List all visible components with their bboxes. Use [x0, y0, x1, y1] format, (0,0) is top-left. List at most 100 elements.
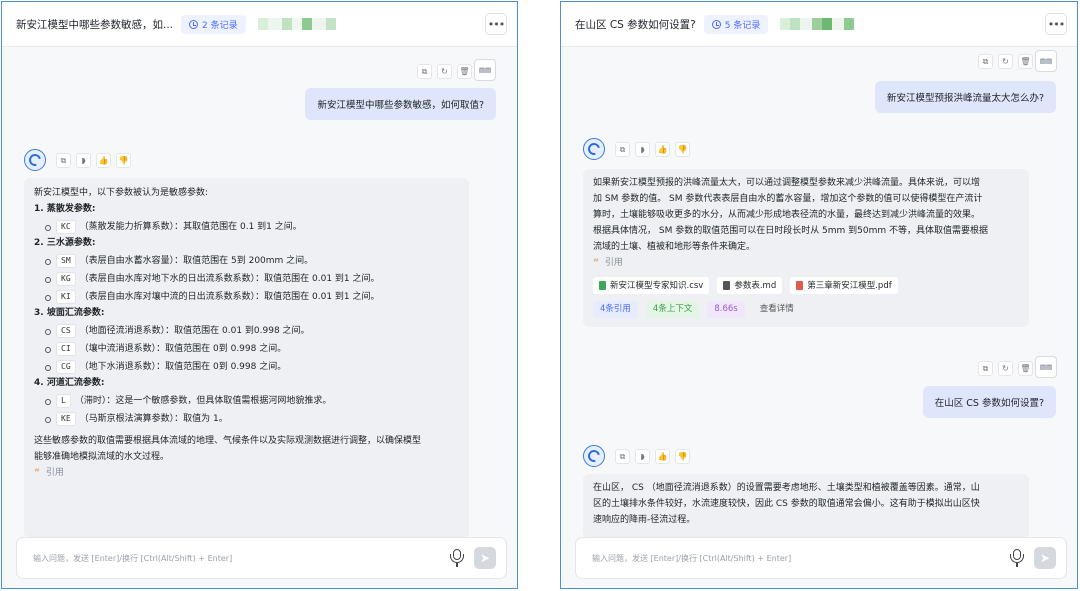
refresh-icon[interactable]: ↻ — [998, 54, 1013, 69]
mic-icon[interactable] — [1010, 549, 1024, 567]
input-placeholder: 输入问题，发送 [Enter]/换行 [Ctrl(Alt/Shift) + En… — [592, 553, 792, 563]
more-menu-button[interactable]: ••• — [1045, 13, 1067, 35]
param-code: L — [56, 394, 71, 408]
records-badge[interactable]: 2 条记录 — [181, 14, 246, 34]
answer-line: 加 SM 参数的值。 SM 参数代表表层自由水的蓄水容量，增加这个参数的值可以使… — [593, 194, 983, 204]
copy-icon[interactable]: ⧉ — [978, 54, 993, 69]
answer-line: 如果新安江模型预报的洪峰流量太大，可以通过调整模型参数来减少洪峰流量。具体来说，… — [593, 178, 981, 188]
bot-avatar — [24, 149, 46, 171]
param-item: KC （蒸散发能力折算系数）：其取值范围在 0.1 到1 之间。 — [34, 219, 459, 235]
copy-icon[interactable]: ⧉ — [417, 64, 432, 79]
records-badge[interactable]: 5 条记录 — [703, 14, 769, 34]
param-item: KI （表层自由水库对壤中流的日出流系数系数）：取值范围在 0.01 到1 之间。 — [34, 289, 459, 305]
param-item: SM （表层自由水蓄水容量）：取值范围在 5到 200mm 之间。 — [34, 253, 459, 269]
param-desc: （壤中流消退系数）：取值范围在 0到 0.998 之间。 — [79, 344, 287, 354]
user-message: 新安江模型中哪些参数敏感，如何取值? — [305, 88, 496, 120]
thumbs-down-icon[interactable]: 👎 — [675, 142, 690, 157]
citation-toggle[interactable]: “ 引用 — [34, 465, 459, 481]
csv-file-icon — [599, 281, 606, 290]
mic-icon[interactable] — [450, 549, 464, 567]
input-placeholder: 输入问题，发送 [Enter]/换行 [Ctrl(Alt/Shift) + En… — [33, 553, 233, 563]
pdf-file-icon — [796, 281, 804, 290]
layout-mode-button[interactable]: ▤▤ — [474, 59, 496, 81]
stat-context[interactable]: 4条上下文 — [645, 301, 700, 318]
param-item: KE （马斯京根法演算参数）：取值为 1。 — [34, 411, 459, 427]
chat-header: 新安江模型中哪些参数敏感，如... 2 条记录 ••• — [2, 2, 517, 47]
delete-icon[interactable]: 🗑 — [1018, 361, 1033, 376]
section-title: 2. 三水源参数: — [34, 238, 96, 248]
stat-time: 8.66s — [707, 301, 745, 318]
copy-icon[interactable]: ⧉ — [56, 153, 71, 168]
send-icon[interactable]: ➤ — [474, 547, 496, 569]
file-name: 第三章新安江模型.pdf — [807, 280, 892, 291]
file-chip[interactable]: 新安江模型专家知识.csv — [593, 277, 710, 294]
clock-icon — [711, 19, 721, 29]
param-code: KE — [56, 412, 76, 426]
answer-line: 速响应的降雨-径流过程。 — [593, 515, 696, 525]
delete-icon[interactable]: 🗑 — [1018, 54, 1033, 69]
chat-panel-right: 在山区 CS 参数如何设置? 5 条记录 ••• ⧉ ↻ 🗑 ▤▤ 新安江模型预… — [560, 1, 1078, 589]
user-message: 新安江模型预报洪峰流量太大怎么办? — [874, 81, 1056, 113]
param-desc: （表层自由水库对壤中流的日出流系数系数）：取值范围在 0.01 到1 之间。 — [79, 292, 380, 302]
chat-input[interactable]: 输入问题，发送 [Enter]/换行 [Ctrl(Alt/Shift) + En… — [16, 537, 507, 579]
answer-line: 根据具体情况， SM 参数的取值范围可以在日时段长时从 5mm 到50mm 不等… — [593, 226, 989, 236]
refresh-icon[interactable]: ↻ — [998, 361, 1013, 376]
more-menu-button[interactable]: ••• — [485, 13, 507, 35]
param-code: KG — [56, 272, 76, 286]
answer-line: 算时，土壤能够吸收更多的水分，从而减少形成地表径流的水量，最终达到减少洪峰流量的… — [593, 210, 981, 220]
thumbs-down-icon[interactable]: 👎 — [675, 449, 690, 464]
message-toolbar: ⧉ ↻ 🗑 — [978, 54, 1033, 69]
copy-icon[interactable]: ⧉ — [978, 361, 993, 376]
chat-input[interactable]: 输入问题，发送 [Enter]/换行 [Ctrl(Alt/Shift) + En… — [575, 537, 1067, 579]
param-desc: （滞时）：这是一个敏感参数，但具体取值需根据河网地貌推求。 — [74, 396, 332, 406]
layout-mode-button[interactable]: ▤▤ — [1035, 50, 1057, 72]
file-chip[interactable]: 第三章新安江模型.pdf — [790, 277, 898, 294]
section-title: 3. 坡面汇流参数: — [34, 308, 105, 318]
layout-mode-button[interactable]: ▤▤ — [1035, 356, 1057, 378]
blurred-redaction — [780, 18, 855, 30]
thumbs-down-icon[interactable]: 👎 — [116, 153, 131, 168]
message-toolbar: ⧉ ↻ 🗑 — [417, 64, 472, 79]
clock-icon — [189, 19, 199, 29]
md-file-icon — [723, 281, 731, 290]
thumbs-up-icon[interactable]: 👍 — [96, 153, 111, 168]
param-code: KC — [56, 220, 76, 234]
file-chip[interactable]: 参数表.md — [717, 277, 783, 294]
answer-outro-2: 能够准确地模拟流域的水文过程。 — [34, 452, 170, 462]
param-code: CS — [56, 324, 76, 338]
chat-header: 在山区 CS 参数如何设置? 5 条记录 ••• — [561, 2, 1077, 47]
citation-toggle[interactable]: “ 引用 — [593, 255, 1019, 271]
bot-avatar — [583, 138, 605, 160]
thumbs-up-icon[interactable]: 👍 — [655, 142, 670, 157]
speaker-icon[interactable]: ◗ — [635, 449, 650, 464]
bot-actions: ⧉ ◗ 👍 👎 — [615, 142, 690, 157]
answer-intro: 新安江模型中，以下参数被认为是敏感参数: — [34, 188, 209, 198]
param-code: CG — [56, 360, 76, 374]
send-icon[interactable]: ➤ — [1034, 547, 1056, 569]
param-desc: （地面径流消退系数）：取值范围在 0.01 到0.998 之间。 — [79, 326, 310, 336]
param-item: L （滞时）：这是一个敏感参数，但具体取值需根据河网地貌推求。 — [34, 393, 459, 409]
citation-label: 引用 — [604, 258, 623, 268]
chat-title: 新安江模型中哪些参数敏感，如... — [16, 18, 174, 31]
view-details-link[interactable]: 查看详情 — [753, 301, 801, 318]
section-title: 4. 河道汇流参数: — [34, 378, 105, 388]
stat-references[interactable]: 4条引用 — [593, 301, 638, 318]
chat-panel-left: 新安江模型中哪些参数敏感，如... 2 条记录 ••• ⧉ ↻ 🗑 ▤▤ 新安江… — [1, 1, 518, 589]
delete-icon[interactable]: 🗑 — [457, 64, 472, 79]
speaker-icon[interactable]: ◗ — [635, 142, 650, 157]
param-item: CI （壤中流消退系数）：取值范围在 0到 0.998 之间。 — [34, 341, 459, 357]
bot-avatar — [583, 445, 605, 467]
param-code: SM — [56, 254, 76, 268]
thumbs-up-icon[interactable]: 👍 — [655, 449, 670, 464]
quote-icon: “ — [34, 468, 40, 478]
copy-icon[interactable]: ⧉ — [615, 449, 630, 464]
records-count: 2 条记录 — [202, 20, 238, 31]
refresh-icon[interactable]: ↻ — [437, 64, 452, 79]
param-desc: （地下水消退系数）：取值范围在 0到 0.998 之间。 — [79, 362, 287, 372]
param-item: CS （地面径流消退系数）：取值范围在 0.01 到0.998 之间。 — [34, 323, 459, 339]
file-name: 新安江模型专家知识.csv — [610, 280, 704, 291]
speaker-icon[interactable]: ◗ — [76, 153, 91, 168]
section-title: 1. 蒸散发参数: — [34, 204, 96, 214]
records-count: 5 条记录 — [724, 20, 761, 31]
copy-icon[interactable]: ⧉ — [615, 142, 630, 157]
